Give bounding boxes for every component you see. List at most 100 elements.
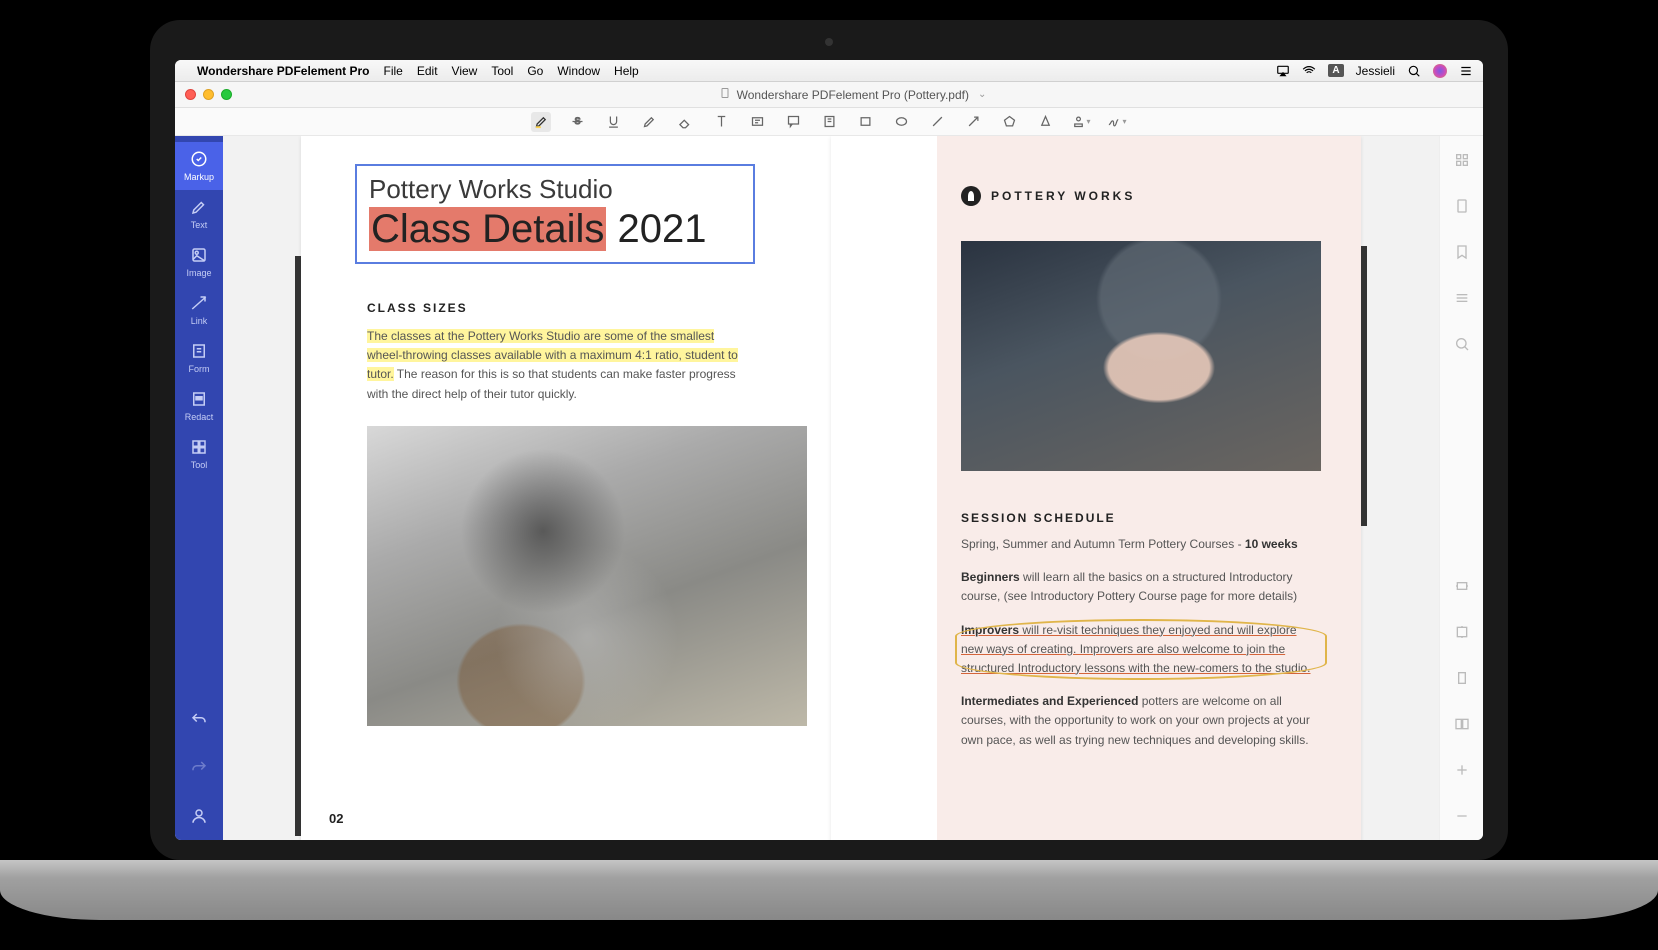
title-year: 2021 <box>618 207 707 251</box>
page-decoration-bar <box>295 256 301 836</box>
arrow-tool[interactable] <box>963 112 983 132</box>
sidebar-item-label: Link <box>191 316 208 326</box>
macos-menubar: Wondershare PDFelement Pro File Edit Vie… <box>175 60 1483 82</box>
heading-class-sizes: CLASS SIZES <box>367 301 751 315</box>
photo-pottery-mug <box>961 241 1321 471</box>
laptop-base <box>0 860 1658 920</box>
sidebar-item-label: Image <box>186 268 211 278</box>
panel-thumbnails-icon[interactable] <box>1452 150 1472 170</box>
schedule-weeks: 10 weeks <box>1245 537 1298 551</box>
menu-window[interactable]: Window <box>557 64 600 78</box>
control-center-icon[interactable] <box>1459 64 1473 78</box>
page-decoration-bar <box>1361 246 1367 526</box>
intermediates-label: Intermediates and Experienced <box>961 694 1138 708</box>
page-left: Pottery Works Studio Class Details 2021 … <box>301 136 831 840</box>
page-number-left: 02 <box>329 811 343 826</box>
signature-tool[interactable]: ▾ <box>1107 112 1127 132</box>
window-zoom-button[interactable] <box>221 89 232 100</box>
sidebar-item-label: Tool <box>191 460 208 470</box>
panel-page-icon[interactable] <box>1452 196 1472 216</box>
panel-two-page-icon[interactable] <box>1452 714 1472 734</box>
sidebar-item-label: Markup <box>184 172 214 182</box>
sidebar-item-image[interactable]: Image <box>175 238 223 286</box>
panel-outline-icon[interactable] <box>1452 288 1472 308</box>
laptop-camera <box>825 38 833 46</box>
menubar-username[interactable]: Jessieli <box>1356 64 1395 78</box>
document-icon <box>719 87 731 102</box>
spotlight-icon[interactable] <box>1407 64 1421 78</box>
textbox-tool[interactable] <box>747 112 767 132</box>
improvers-paragraph: Improvers will re-visit techniques they … <box>961 621 1321 679</box>
sidebar-item-label: Redact <box>185 412 214 422</box>
panel-single-page-icon[interactable] <box>1452 668 1472 688</box>
line-tool[interactable] <box>927 112 947 132</box>
siri-icon[interactable] <box>1433 64 1447 78</box>
menu-view[interactable]: View <box>452 64 478 78</box>
callout-tool[interactable] <box>783 112 803 132</box>
document-canvas[interactable]: Pottery Works Studio Class Details 2021 … <box>223 136 1439 840</box>
right-sidebar <box>1439 136 1483 840</box>
chevron-down-icon[interactable]: ⌄ <box>978 89 986 100</box>
title-selection-box[interactable]: Pottery Works Studio Class Details 2021 <box>355 164 755 264</box>
sidebar-redo[interactable] <box>175 744 223 792</box>
sidebar-item-link[interactable]: Link <box>175 286 223 334</box>
left-sidebar: Markup Text Image Link Form <box>175 136 223 840</box>
note-tool[interactable] <box>819 112 839 132</box>
sidebar-item-text[interactable]: Text <box>175 190 223 238</box>
title-class: Class Details 2021 <box>369 207 741 252</box>
text-tool[interactable] <box>711 112 731 132</box>
input-source-badge[interactable]: A <box>1328 64 1343 77</box>
window-close-button[interactable] <box>185 89 196 100</box>
annotation-toolbar: S ▾ ▾ <box>175 108 1483 136</box>
underline-tool[interactable] <box>603 112 623 132</box>
brand-icon <box>961 186 981 206</box>
photo-pottery-throwing <box>367 426 807 726</box>
menu-edit[interactable]: Edit <box>417 64 438 78</box>
beginners-label: Beginners <box>961 570 1020 584</box>
schedule-line: Spring, Summer and Autumn Term Pottery C… <box>961 535 1321 554</box>
sidebar-item-form[interactable]: Form <box>175 334 223 382</box>
menubar-app-name[interactable]: Wondershare PDFelement Pro <box>197 64 370 78</box>
improvers-label: Improvers <box>961 623 1019 637</box>
wifi-icon[interactable] <box>1302 64 1316 78</box>
zoom-out-icon[interactable] <box>1452 806 1472 826</box>
menu-help[interactable]: Help <box>614 64 639 78</box>
sidebar-profile[interactable] <box>175 792 223 840</box>
window-titlebar: Wondershare PDFelement Pro (Pottery.pdf)… <box>175 82 1483 108</box>
sidebar-item-tool[interactable]: Tool <box>175 430 223 478</box>
airplay-icon[interactable] <box>1276 64 1290 78</box>
menu-file[interactable]: File <box>384 64 403 78</box>
title-studio: Pottery Works Studio <box>369 174 741 205</box>
sidebar-item-label: Form <box>189 364 210 374</box>
pencil-tool[interactable] <box>639 112 659 132</box>
cloud-tool[interactable] <box>1035 112 1055 132</box>
laptop-frame: Wondershare PDFelement Pro File Edit Vie… <box>150 20 1508 860</box>
panel-fit-width-icon[interactable] <box>1452 576 1472 596</box>
highlighter-tool[interactable] <box>531 112 551 132</box>
sidebar-item-label: Text <box>191 220 208 230</box>
following-text: The reason for this is so that students … <box>367 367 736 400</box>
sidebar-undo[interactable] <box>175 696 223 744</box>
menu-tool[interactable]: Tool <box>491 64 513 78</box>
brand-text: POTTERY WORKS <box>991 189 1135 203</box>
beginners-paragraph: Beginners will learn all the basics on a… <box>961 568 1321 606</box>
zoom-in-icon[interactable] <box>1452 760 1472 780</box>
panel-bookmark-icon[interactable] <box>1452 242 1472 262</box>
page-right: POTTERY WORKS SESSION SCHEDULE Spring, S… <box>831 136 1361 840</box>
window-minimize-button[interactable] <box>203 89 214 100</box>
eraser-tool[interactable] <box>675 112 695 132</box>
sidebar-item-markup[interactable]: Markup <box>175 142 223 190</box>
brand-header: POTTERY WORKS <box>961 186 1135 206</box>
polygon-tool[interactable] <box>999 112 1019 132</box>
panel-search-icon[interactable] <box>1452 334 1472 354</box>
rectangle-tool[interactable] <box>855 112 875 132</box>
menu-go[interactable]: Go <box>527 64 543 78</box>
panel-fit-page-icon[interactable] <box>1452 622 1472 642</box>
sidebar-item-redact[interactable]: Redact <box>175 382 223 430</box>
stamp-tool[interactable]: ▾ <box>1071 112 1091 132</box>
strikethrough-tool[interactable]: S <box>567 112 587 132</box>
oval-tool[interactable] <box>891 112 911 132</box>
title-highlight: Class Details <box>369 207 606 251</box>
intermediates-paragraph: Intermediates and Experienced potters ar… <box>961 692 1321 750</box>
body-class-sizes: The classes at the Pottery Works Studio … <box>367 327 751 404</box>
